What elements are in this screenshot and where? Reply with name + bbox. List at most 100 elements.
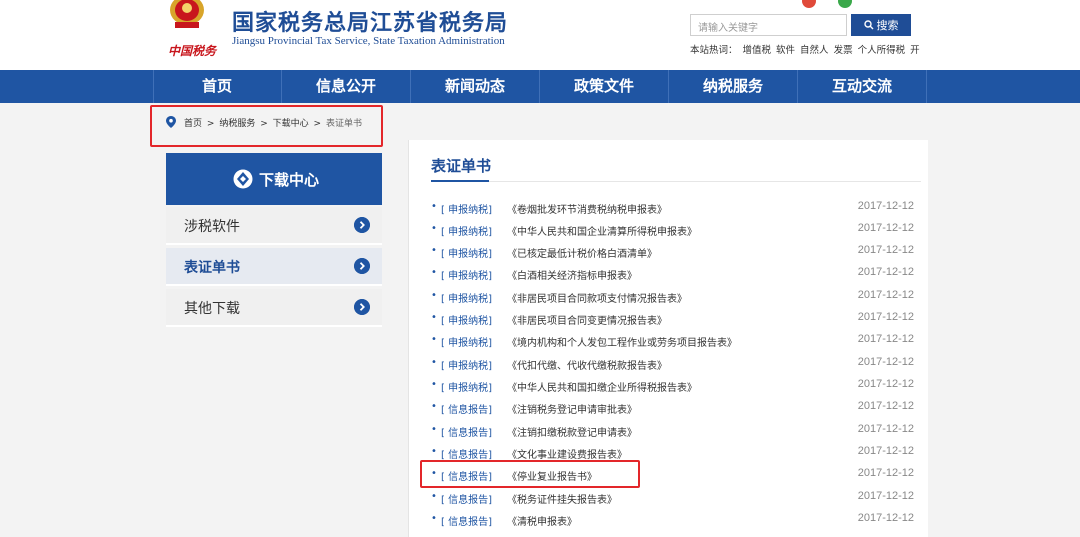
nav-item-interaction[interactable]: 互动交流 [798, 70, 926, 103]
nav-item-home[interactable]: 首页 [153, 70, 281, 103]
document-link[interactable]: 《境内机构和个人发包工程作业或劳务项目报告表》 [507, 334, 737, 349]
chevron-right-icon [354, 217, 370, 233]
page-title: 表证单书 [431, 157, 492, 175]
sidebar-item-label: 其他下载 [184, 301, 240, 317]
document-link[interactable]: 《中华人民共和国企业清算所得税申报表》 [507, 223, 697, 238]
publish-date: 2017-12-12 [857, 222, 914, 234]
hot-words: 本站热词： 增值税 软件 自然人 发票 个人所得税开 [690, 42, 925, 56]
category-tag[interactable]: [ 申报纳税] [441, 290, 492, 305]
document-link[interactable]: 《中华人民共和国扣缴企业所得税报告表》 [507, 379, 697, 394]
list-item[interactable]: • [ 申报纳税] 《非居民项目合同变更情况报告表》 2017-12-12 [431, 310, 917, 328]
bullet: • [431, 290, 437, 301]
bullet: • [431, 245, 437, 256]
nav-item-policy[interactable]: 政策文件 [540, 70, 668, 103]
list-item[interactable]: • [ 信息报告] 《注销税务登记申请审批表》 2017-12-12 [431, 399, 917, 417]
bullet: • [431, 379, 437, 390]
list-item[interactable]: • [ 申报纳税] 《卷烟批发环节消费税纳税申报表》 2017-12-12 [431, 199, 917, 217]
sidebar-item-tax-software[interactable]: 涉税软件 [166, 207, 382, 245]
document-link[interactable]: 《文化事业建设费报告表》 [507, 446, 627, 461]
chevron-right-icon [354, 299, 370, 315]
list-item[interactable]: • [ 申报纳税] 《境内机构和个人发包工程作业或劳务项目报告表》 2017-12-1… [431, 332, 917, 350]
search-icon [863, 20, 873, 30]
bullet: • [431, 223, 437, 234]
list-item[interactable]: • [ 信息报告] 《注销扣缴税款登记申请表》 2017-12-12 [431, 422, 917, 440]
hot-word-link[interactable]: 自然人 [800, 45, 829, 56]
sidebar-item-other-downloads[interactable]: 其他下载 [166, 289, 382, 327]
search-input[interactable]: 请输入关键字 [690, 14, 847, 36]
category-tag[interactable]: [ 信息报告] [441, 446, 492, 461]
title-underline-accent [431, 180, 489, 182]
sidebar-title: 下载中心 [259, 171, 320, 189]
nav-item-news[interactable]: 新闻动态 [411, 70, 539, 103]
search-button-label: 搜索 [876, 19, 899, 32]
highlight-box-document [420, 460, 640, 488]
list-item[interactable]: • [ 信息报告] 《税务证件挂失报告表》 2017-12-12 [431, 489, 917, 507]
category-tag[interactable]: [ 申报纳税] [441, 334, 492, 349]
category-tag[interactable]: [ 信息报告] [441, 401, 492, 416]
publish-date: 2017-12-12 [857, 400, 914, 412]
list-item[interactable]: • [ 申报纳税] 《代扣代缴、代收代缴税款报告表》 2017-12-12 [431, 355, 917, 373]
list-item[interactable]: • [ 申报纳税] 《非居民项目合同款项支付情况报告表》 2017-12-12 [431, 288, 917, 306]
bullet: • [431, 357, 437, 368]
list-item[interactable]: • [ 申报纳税] 《已核定最低计税价格白酒清单》 2017-12-12 [431, 243, 917, 261]
category-tag[interactable]: [ 申报纳税] [441, 379, 492, 394]
publish-date: 2017-12-12 [857, 356, 914, 368]
bullet: • [431, 312, 437, 323]
publish-date: 2017-12-12 [857, 378, 914, 390]
main-nav: 首页 信息公开 新闻动态 政策文件 纳税服务 互动交流 [0, 70, 1080, 103]
bullet: • [431, 491, 437, 502]
publish-date: 2017-12-12 [857, 333, 914, 345]
category-tag[interactable]: [ 信息报告] [441, 424, 492, 439]
list-item[interactable]: • [ 信息报告] 《清税申报表》 2017-12-12 [431, 511, 917, 529]
list-item[interactable]: • [ 申报纳税] 《白酒相关经济指标申报表》 2017-12-12 [431, 265, 917, 283]
category-tag[interactable]: [ 申报纳税] [441, 245, 492, 260]
search-button[interactable]: 搜索 [851, 14, 911, 36]
category-tag[interactable]: [ 信息报告] [441, 491, 492, 506]
document-link[interactable]: 《清税申报表》 [507, 513, 577, 528]
document-link[interactable]: 《白酒相关经济指标申报表》 [507, 267, 637, 282]
document-link[interactable]: 《非居民项目合同款项支付情况报告表》 [507, 290, 687, 305]
hot-words-label: 本站热词： [690, 45, 738, 56]
chevron-right-icon [354, 258, 370, 274]
category-tag[interactable]: [ 申报纳税] [441, 223, 492, 238]
publish-date: 2017-12-12 [857, 490, 914, 502]
document-link[interactable]: 《非居民项目合同变更情况报告表》 [507, 312, 667, 327]
document-link[interactable]: 《代扣代缴、代收代缴税款报告表》 [507, 357, 667, 372]
hot-word-link[interactable]: 发票 [834, 45, 853, 56]
category-tag[interactable]: [ 申报纳税] [441, 267, 492, 282]
site-title[interactable]: 国家税务总局江苏省税务局 [232, 5, 508, 37]
hot-word-link[interactable]: 个人所得税 [858, 45, 906, 56]
list-item[interactable]: • [ 申报纳税] 《中华人民共和国扣缴企业所得税报告表》 2017-12-12 [431, 377, 917, 395]
list-item[interactable]: • [ 申报纳税] 《中华人民共和国企业清算所得税申报表》 2017-12-12 [431, 221, 917, 239]
bullet: • [431, 201, 437, 212]
publish-date: 2017-12-12 [857, 266, 914, 278]
document-link[interactable]: 《税务证件挂失报告表》 [507, 491, 617, 506]
bullet: • [431, 446, 437, 457]
weibo-icon[interactable] [802, 0, 816, 8]
sidebar-item-forms[interactable]: 表证单书 [166, 248, 382, 286]
nav-item-info-disclosure[interactable]: 信息公开 [282, 70, 410, 103]
sidebar-item-label: 涉税软件 [184, 219, 240, 235]
category-tag[interactable]: [ 申报纳税] [441, 357, 492, 372]
wechat-icon[interactable] [838, 0, 852, 8]
hot-word-link[interactable]: 软件 [776, 45, 795, 56]
sidebar-header: 下载中心 [166, 153, 382, 205]
sidebar-item-label: 表证单书 [184, 260, 240, 276]
nav-item-tax-service[interactable]: 纳税服务 [669, 70, 797, 103]
site-header: 中国税务 国家税务总局江苏省税务局 Jiangsu Provincial Tax… [0, 0, 1080, 70]
hot-word-link[interactable]: 增值税 [743, 45, 772, 56]
document-link[interactable]: 《卷烟批发环节消费税纳税申报表》 [507, 201, 667, 216]
publish-date: 2017-12-12 [857, 289, 914, 301]
publish-date: 2017-12-12 [857, 467, 914, 479]
category-tag[interactable]: [ 申报纳税] [441, 201, 492, 216]
document-link[interactable]: 《已核定最低计税价格白酒清单》 [507, 245, 657, 260]
document-link[interactable]: 《注销扣缴税款登记申请表》 [507, 424, 637, 439]
publish-date: 2017-12-12 [857, 244, 914, 256]
category-tag[interactable]: [ 信息报告] [441, 513, 492, 528]
site-subtitle: Jiangsu Provincial Tax Service, State Ta… [232, 35, 505, 47]
category-tag[interactable]: [ 申报纳税] [441, 312, 492, 327]
hot-word-link[interactable]: 开 [910, 45, 920, 56]
document-link[interactable]: 《注销税务登记申请审批表》 [507, 401, 637, 416]
publish-date: 2017-12-12 [857, 512, 914, 524]
bullet: • [431, 424, 437, 435]
